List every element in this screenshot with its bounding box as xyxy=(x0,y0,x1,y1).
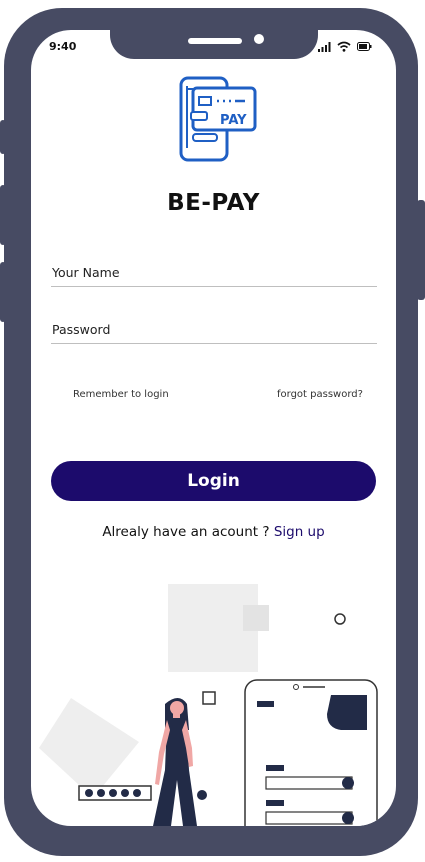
battery-icon xyxy=(357,42,372,51)
name-placeholder: Your Name xyxy=(52,265,120,280)
be-pay-logo: PAY xyxy=(179,76,257,162)
phone-screen: 9:40 PAY BE-PAY Your Name Password Remem… xyxy=(31,30,396,826)
front-camera xyxy=(254,34,264,44)
signal-icon xyxy=(318,42,331,52)
signup-prompt: Alrealy have an acount ? xyxy=(102,524,274,540)
password-placeholder: Password xyxy=(52,322,111,337)
app-title: BE-PAY xyxy=(167,190,260,216)
password-field[interactable]: Password xyxy=(51,317,377,345)
password-underline xyxy=(51,343,377,344)
name-field[interactable]: Your Name xyxy=(51,260,377,288)
signup-row: Alrealy have an acount ? Sign up xyxy=(31,524,396,540)
status-time: 9:40 xyxy=(49,40,77,53)
name-underline xyxy=(51,286,377,287)
forgot-password-link[interactable]: forgot password? xyxy=(277,389,363,400)
phone-side-button-right xyxy=(417,200,425,300)
phone-side-button-left-3 xyxy=(0,262,6,322)
remember-login-option[interactable]: Remember to login xyxy=(73,389,169,400)
logo-pay-text: PAY xyxy=(220,113,247,128)
speaker-grille xyxy=(188,38,242,44)
phone-side-button-left-1 xyxy=(0,120,6,154)
phone-mockup xyxy=(244,679,378,826)
phone-notch xyxy=(110,30,318,59)
person-figure xyxy=(153,698,197,826)
login-illustration xyxy=(39,584,378,826)
signup-link[interactable]: Sign up xyxy=(274,524,325,540)
login-button[interactable]: Login xyxy=(51,461,376,501)
wifi-icon xyxy=(337,41,351,52)
phone-side-button-left-2 xyxy=(0,185,6,245)
